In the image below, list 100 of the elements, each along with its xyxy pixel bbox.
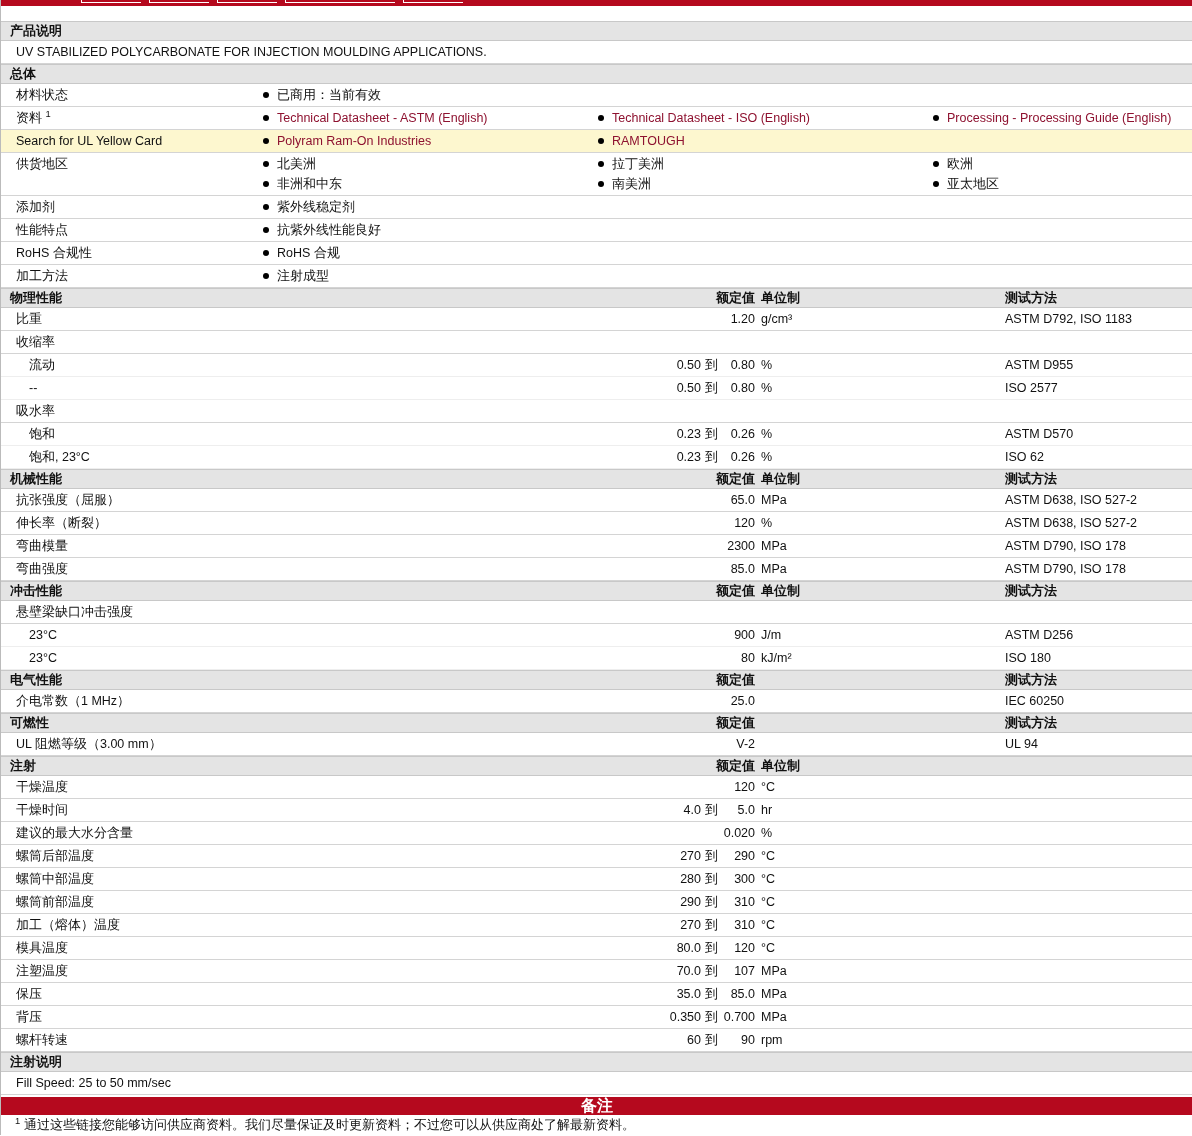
unit-text: kJ/m²	[761, 651, 792, 665]
property-label: 性能特点	[15, 222, 69, 239]
unit-text: %	[761, 427, 773, 441]
document-link[interactable]: Processing - Processing Guide (English)	[947, 107, 1172, 129]
unit-text: MPa	[761, 493, 787, 507]
property-value: 120	[734, 780, 755, 794]
unit-text: %	[761, 826, 773, 840]
property-label: 螺杆转速	[15, 1032, 69, 1049]
section-title: 物理性能	[9, 290, 63, 307]
description-text: Fill Speed: 25 to 50 mm/sec	[15, 1075, 171, 1092]
min-value: 60	[687, 1032, 701, 1049]
column-header: 单位制	[760, 583, 801, 600]
item-text: 欧洲	[947, 156, 973, 173]
property-value: 65.0	[730, 493, 755, 507]
column-header: 测试方法	[1005, 671, 1058, 689]
column-header: 单位制	[760, 758, 801, 775]
property-label: 材料状态	[15, 87, 69, 104]
max-value: 120	[733, 940, 755, 957]
document-link[interactable]: Technical Datasheet - ISO (English)	[612, 107, 810, 129]
min-value: 4.0	[683, 802, 701, 819]
property-label: 抗张强度（屈服）	[15, 492, 121, 509]
property-label: 模具温度	[15, 940, 69, 957]
description-text: UV STABILIZED POLYCARBONATE FOR INJECTION MOULDING APPLICATIONS.	[15, 44, 487, 61]
column-header: 测试方法	[1005, 470, 1058, 488]
section-title: 产品说明	[9, 23, 63, 40]
property-label: 加工（熔体）温度	[15, 917, 121, 934]
test-method: IEC 60250	[1005, 694, 1065, 708]
property-value: 2300	[727, 539, 755, 553]
property-label: 注塑温度	[15, 963, 69, 980]
property-label: 饱和	[28, 426, 56, 443]
unit-text: °C	[761, 780, 776, 794]
document-link[interactable]: RAMTOUGH	[612, 130, 685, 152]
document-link[interactable]: Technical Datasheet - ASTM (English)	[277, 107, 488, 129]
min-value: 0.50	[676, 357, 701, 374]
property-label: 螺筒中部温度	[15, 871, 95, 888]
item-text: RoHS 合规	[277, 245, 340, 262]
unit-text: °C	[761, 872, 776, 886]
min-value: 70.0	[676, 963, 701, 980]
range-word: 到	[705, 357, 718, 374]
test-method: UL 94	[1005, 737, 1038, 751]
unit-text: MPa	[761, 987, 787, 1001]
max-value: 310	[733, 917, 755, 934]
max-value: 290	[733, 848, 755, 865]
property-label: RoHS 合规性	[15, 245, 93, 262]
property-label: 保压	[15, 986, 43, 1003]
max-value: 300	[733, 871, 755, 888]
max-value: 0.80	[729, 380, 755, 397]
property-label: 螺筒前部温度	[15, 894, 95, 911]
property-label: --	[28, 380, 39, 397]
range-word: 到	[705, 1009, 718, 1026]
property-label: 添加剂	[15, 199, 56, 216]
document-link[interactable]: Polyram Ram-On Industries	[277, 130, 432, 152]
range-word: 到	[705, 380, 718, 397]
section-title: 电气性能	[9, 672, 63, 689]
column-header: 额定值	[715, 290, 755, 307]
max-value: 0.700	[722, 1009, 755, 1026]
item-text: 拉丁美洲	[612, 156, 664, 173]
property-value: V-2	[736, 737, 755, 751]
section-title: 总体	[8, 66, 37, 83]
unit-text: %	[761, 358, 773, 372]
unit-text: °C	[761, 918, 776, 932]
property-label: 吸水率	[15, 403, 56, 420]
max-value: 85.0	[729, 986, 755, 1003]
test-method: ASTM D790, ISO 178	[1005, 562, 1126, 576]
column-header: 额定值	[715, 583, 755, 600]
column-header: 测试方法	[1005, 289, 1058, 307]
range-word: 到	[705, 986, 718, 1003]
max-value: 90	[740, 1032, 755, 1049]
unit-text: MPa	[761, 964, 787, 978]
range-word: 到	[705, 963, 718, 980]
bullet-icon	[598, 138, 604, 144]
test-method: ISO 180	[1005, 651, 1051, 665]
property-label: UL 阻燃等级（3.00 mm）	[15, 736, 163, 753]
bullet-icon	[263, 161, 269, 167]
property-label: 23°C	[28, 650, 58, 667]
bullet-icon	[263, 92, 269, 98]
unit-text: °C	[761, 895, 776, 909]
unit-text: MPa	[761, 562, 787, 576]
range-word: 到	[705, 848, 718, 865]
bullet-icon	[933, 161, 939, 167]
bullet-icon	[263, 250, 269, 256]
range-word: 到	[705, 449, 718, 466]
item-text: 南美洲	[612, 176, 651, 193]
test-method: ASTM D570	[1005, 427, 1074, 441]
range-word: 到	[705, 426, 718, 443]
max-value: 310	[733, 894, 755, 911]
range-word: 到	[705, 940, 718, 957]
property-label: 介电常数（1 MHz）	[15, 693, 132, 710]
bullet-icon	[263, 227, 269, 233]
property-label: Search for UL Yellow Card	[15, 133, 164, 150]
column-header: 额定值	[715, 715, 755, 732]
min-value: 0.23	[676, 449, 701, 466]
item-text: 非洲和中东	[277, 176, 342, 193]
unit-text: %	[761, 381, 773, 395]
range-word: 到	[705, 917, 718, 934]
column-header: 单位制	[760, 290, 801, 307]
unit-text: hr	[761, 803, 773, 817]
section-title: 冲击性能	[9, 583, 63, 600]
item-text: 注射成型	[277, 268, 329, 285]
min-value: 0.350	[669, 1009, 701, 1026]
